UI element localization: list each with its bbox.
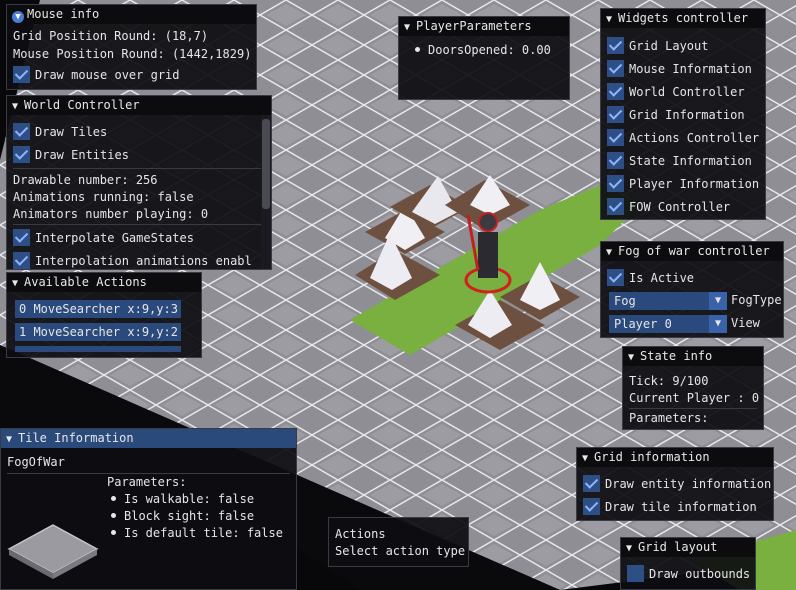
actions-tooltip-title: Actions	[335, 527, 386, 541]
window-title: Mouse info	[27, 7, 100, 21]
collapse-icon[interactable]: ▼	[12, 11, 24, 23]
divider	[7, 473, 290, 474]
collapse-icon[interactable]: ▼	[582, 449, 594, 467]
tile-param-block-sight: Block sight: false	[109, 509, 254, 523]
state-info-titlebar[interactable]: ▼ State info	[623, 347, 763, 366]
tile-param-default: Is default tile: false	[109, 526, 283, 540]
action-list-item-partial[interactable]	[15, 346, 181, 352]
bullet-icon	[111, 530, 116, 535]
world-controller-scrollbar[interactable]	[261, 115, 271, 269]
tile-information-window: ▼ Tile Information FogOfWar Parameters: I…	[0, 428, 297, 590]
widget-toggle-player-information[interactable]: Player Information	[607, 175, 759, 192]
divider	[629, 408, 757, 409]
draw-entities-checkbox[interactable]: Draw Entities	[13, 146, 129, 163]
widget-toggle-grid-layout[interactable]: Grid Layout	[607, 37, 708, 54]
doors-opened-text: DoorsOpened: 0.00	[413, 43, 551, 57]
widget-toggle-actions-controller[interactable]: Actions Controller	[607, 129, 759, 146]
collapse-icon[interactable]: ▼	[606, 10, 618, 28]
fog-of-war-window: ▼ Fog of war controller Is Active Fog ▼ Fo…	[600, 241, 784, 338]
action-list-item[interactable]: 1 MoveSearcher x:9,y:2	[15, 323, 181, 341]
grid-information-titlebar[interactable]: ▼ Grid information	[577, 448, 773, 467]
collapse-icon[interactable]: ▼	[6, 430, 18, 448]
view-label: View	[731, 316, 760, 330]
bullet-icon	[415, 47, 420, 52]
collapse-icon[interactable]: ▼	[12, 274, 24, 292]
widget-toggle-fow-controller[interactable]: FOW Controller	[607, 198, 730, 215]
mouse-position-text: Mouse Position Round: (1442,1829)	[13, 47, 252, 61]
fog-of-war-titlebar[interactable]: ▼ Fog of war controller	[601, 242, 783, 261]
grid-position-text: Grid Position Round: (18,7)	[13, 29, 209, 43]
fow-active-checkbox[interactable]: Is Active	[607, 269, 694, 286]
tile-name-text: FogOfWar	[7, 455, 65, 469]
grid-layout-titlebar[interactable]: ▼ Grid layout	[621, 538, 755, 557]
chevron-down-icon[interactable]: ▼	[709, 315, 727, 333]
tick-text: Tick: 9/100	[629, 374, 709, 388]
available-actions-window: ▼ Available Actions 0 MoveSearcher x:9,y:…	[6, 272, 202, 358]
checkbox-icon[interactable]	[13, 66, 30, 83]
collapse-icon[interactable]: ▼	[626, 539, 638, 557]
widget-toggle-state-information[interactable]: State Information	[607, 152, 752, 169]
collapse-icon[interactable]: ▼	[606, 243, 618, 261]
draw-tiles-checkbox[interactable]: Draw Tiles	[13, 123, 107, 140]
current-player-text: Current Player : 0	[629, 391, 760, 405]
state-parameters-label: Parameters:	[629, 411, 709, 425]
widget-toggle-world-controller[interactable]: World Controller	[607, 83, 745, 100]
scrollbar-thumb[interactable]	[262, 119, 270, 209]
tile-param-walkable: Is walkable: false	[109, 492, 254, 506]
draw-entity-info-checkbox[interactable]: Draw entity information	[583, 475, 771, 492]
widget-toggle-mouse-information[interactable]: Mouse Information	[607, 60, 752, 77]
world-controller-titlebar[interactable]: ▼ World Controller	[7, 96, 271, 115]
draw-tile-info-checkbox[interactable]: Draw tile information	[583, 498, 757, 515]
draw-mouse-checkbox[interactable]: Draw mouse over grid	[13, 66, 180, 83]
collapse-icon[interactable]: ▼	[404, 18, 416, 36]
animations-running-text: Animations running: false	[13, 190, 194, 204]
draw-outbounds-checkbox[interactable]: Draw outbounds	[627, 565, 750, 582]
fog-type-dropdown[interactable]: Fog ▼	[609, 292, 727, 310]
tile-information-titlebar[interactable]: ▼ Tile Information	[1, 429, 296, 448]
drawable-number-text: Drawable number: 256	[13, 173, 158, 187]
widgets-controller-window: ▼ Widgets controller Grid Layout Mouse In…	[600, 8, 766, 220]
player-parameters-titlebar[interactable]: ▼ PlayerParameters	[399, 17, 569, 36]
mouse-info-window: ▼ Mouse info Grid Position Round: (18,7) …	[6, 4, 257, 90]
divider	[13, 168, 265, 169]
animators-number-text: Animators number playing: 0	[13, 207, 209, 221]
tile-preview-image	[7, 524, 99, 579]
bullet-icon	[111, 496, 116, 501]
collapse-icon[interactable]: ▼	[12, 97, 24, 115]
actions-tooltip: Actions Select action type	[328, 517, 469, 567]
grid-layout-window: ▼ Grid layout Draw outbounds	[620, 537, 756, 590]
interpolate-gamestates-checkbox[interactable]: Interpolate GameStates	[13, 229, 194, 246]
fog-type-label: FogType	[731, 293, 782, 307]
widget-toggle-grid-information[interactable]: Grid Information	[607, 106, 745, 123]
tile-parameters-label: Parameters:	[107, 475, 187, 489]
mouse-info-titlebar[interactable]: ▼ Mouse info	[7, 5, 256, 24]
bullet-icon	[111, 513, 116, 518]
interpolation-animations-checkbox[interactable]: Interpolation animations enabled	[13, 252, 251, 269]
actions-tooltip-hint: Select action type	[335, 544, 466, 558]
collapse-icon[interactable]: ▼	[628, 348, 640, 366]
state-info-window: ▼ State info Tick: 9/100 Current Player :…	[622, 346, 764, 430]
view-player-dropdown[interactable]: Player 0 ▼	[609, 315, 727, 333]
grid-information-window: ▼ Grid information Draw entity informatio…	[576, 447, 774, 521]
divider	[13, 224, 265, 225]
widgets-controller-titlebar[interactable]: ▼ Widgets controller	[601, 9, 765, 28]
chevron-down-icon[interactable]: ▼	[709, 292, 727, 310]
player-parameters-window: ▼ PlayerParameters DoorsOpened: 0.00	[398, 16, 570, 100]
world-controller-window: ▼ World Controller Draw Tiles Draw Entiti…	[6, 95, 272, 270]
available-actions-titlebar[interactable]: ▼ Available Actions	[7, 273, 201, 292]
action-list-item[interactable]: 0 MoveSearcher x:9,y:3	[15, 300, 181, 318]
